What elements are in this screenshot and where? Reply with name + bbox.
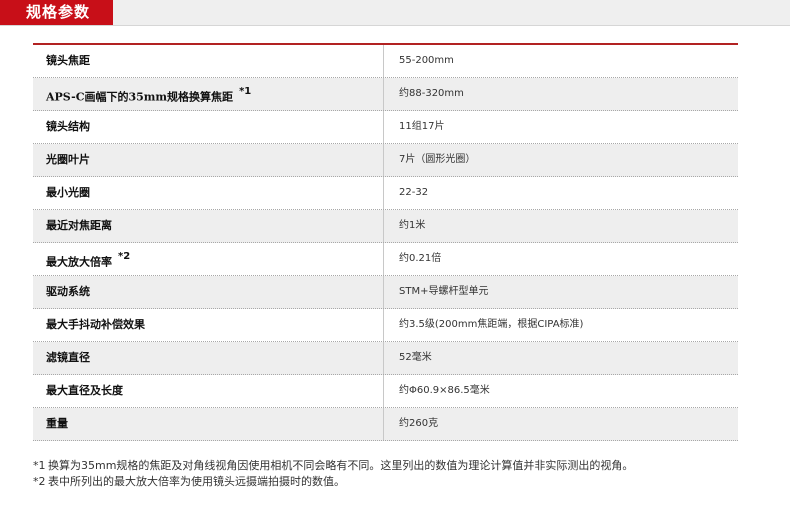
- spec-label: 滤镜直径: [33, 342, 384, 374]
- spec-value: 约88-320mm: [399, 88, 464, 99]
- spec-row: 最大放大倍率 *2 约0.21倍: [33, 243, 738, 276]
- footnote: *1 换算为35mm规格的焦距及对角线视角因使用相机不同会略有不同。这里列出的数…: [33, 458, 748, 474]
- spec-label: 重量: [33, 408, 384, 440]
- spec-value: 约1米: [399, 220, 426, 231]
- spec-row: 最近对焦距离 约1米: [33, 210, 738, 243]
- spec-row: 镜头焦距 55-200mm: [33, 45, 738, 78]
- spec-row: 最大手抖动补偿效果 约3.5级(200mm焦距端，根据CIPA标准): [33, 309, 738, 342]
- spec-value: 约Φ60.9×86.5毫米: [399, 385, 490, 396]
- spec-label: 最近对焦距离: [33, 210, 384, 242]
- footnote-mark: *1: [33, 459, 46, 472]
- spec-value: 52毫米: [399, 352, 432, 363]
- spec-label: 驱动系统: [33, 276, 384, 308]
- spec-label: 最大放大倍率 *2: [33, 243, 384, 275]
- spec-label: 镜头焦距: [33, 45, 384, 77]
- spec-label: APS-C画幅下的35mm规格换算焦距 *1: [33, 78, 384, 110]
- footnotes: *1 换算为35mm规格的焦距及对角线视角因使用相机不同会略有不同。这里列出的数…: [33, 458, 748, 490]
- spec-row: 滤镜直径 52毫米: [33, 342, 738, 375]
- footnote-ref: *1: [239, 86, 252, 97]
- spec-value: 7片（圆形光圈）: [399, 154, 476, 165]
- spec-value: 约0.21倍: [399, 253, 442, 264]
- spec-row: 重量 约260克: [33, 408, 738, 441]
- footnote-mark: *2: [33, 475, 46, 488]
- spec-row: 驱动系统 STM+导螺杆型单元: [33, 276, 738, 309]
- footnote: *2 表中所列出的最大放大倍率为使用镜头远摄端拍摄时的数值。: [33, 474, 748, 490]
- spec-row: 光圈叶片 7片（圆形光圈）: [33, 144, 738, 177]
- spec-value: 约3.5级(200mm焦距端，根据CIPA标准): [399, 319, 584, 330]
- section-title: 规格参数: [0, 0, 113, 25]
- spec-label: 最大直径及长度: [33, 375, 384, 407]
- footnote-ref: *2: [118, 251, 131, 262]
- footnote-text: 换算为35mm规格的焦距及对角线视角因使用相机不同会略有不同。这里列出的数值为理…: [48, 459, 634, 472]
- spec-table: 镜头焦距 55-200mm APS-C画幅下的35mm规格换算焦距 *1 约88-…: [33, 43, 738, 441]
- spec-value: STM+导螺杆型单元: [399, 286, 489, 297]
- spec-row: 最小光圈 22-32: [33, 177, 738, 210]
- spec-label: 最大手抖动补偿效果: [33, 309, 384, 341]
- spec-label: 最小光圈: [33, 177, 384, 209]
- spec-value: 55-200mm: [399, 55, 454, 66]
- spec-value: 11组17片: [399, 121, 445, 132]
- spec-label: 光圈叶片: [33, 144, 384, 176]
- spec-label: 镜头结构: [33, 111, 384, 143]
- spec-value: 22-32: [399, 187, 429, 198]
- section-header: 规格参数: [0, 0, 790, 26]
- spec-row: 镜头结构 11组17片: [33, 111, 738, 144]
- spec-row: APS-C画幅下的35mm规格换算焦距 *1 约88-320mm: [33, 78, 738, 111]
- spec-value: 约260克: [399, 418, 439, 429]
- footnote-text: 表中所列出的最大放大倍率为使用镜头远摄端拍摄时的数值。: [48, 475, 345, 488]
- spec-row: 最大直径及长度 约Φ60.9×86.5毫米: [33, 375, 738, 408]
